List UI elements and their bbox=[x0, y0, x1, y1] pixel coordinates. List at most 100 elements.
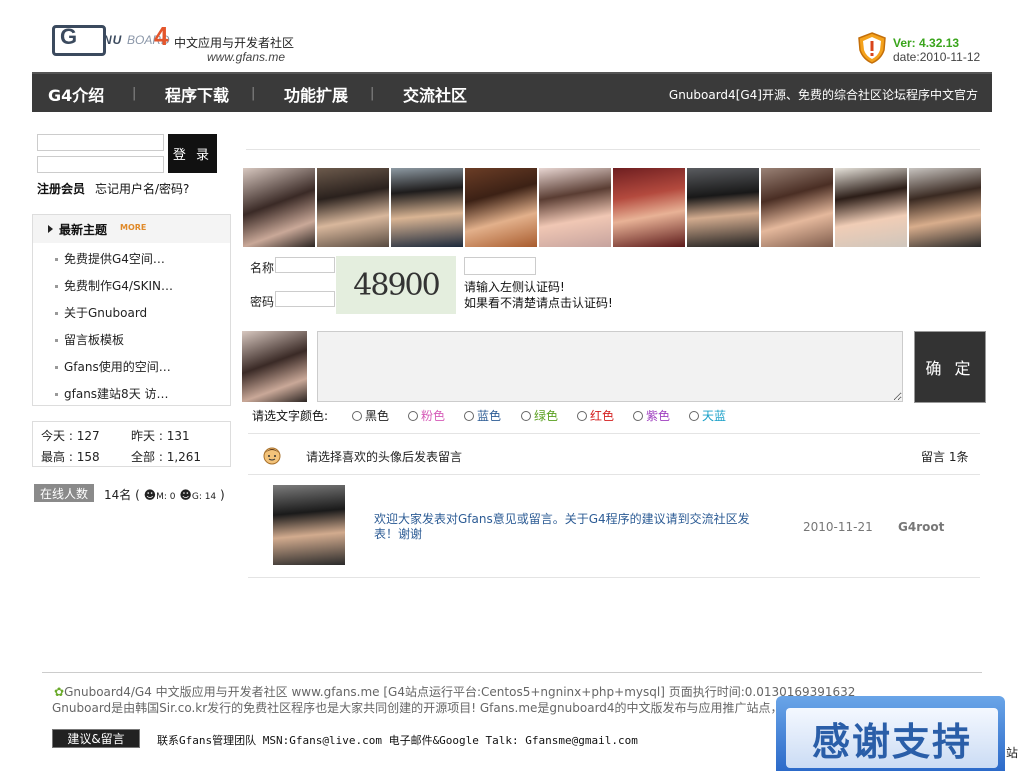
message-text: 欢迎大家发表对Gfans意见或留言。关于G4程序的建议请到交流社区发表！谢谢 bbox=[374, 512, 750, 541]
stat-yesterday: 昨天 : 131 bbox=[131, 429, 190, 443]
captcha-hint: 请输入左侧认证码! bbox=[464, 280, 565, 294]
username-input[interactable] bbox=[37, 134, 164, 151]
divider bbox=[248, 577, 980, 578]
bullet-icon bbox=[55, 285, 58, 288]
selected-avatar bbox=[242, 331, 307, 402]
color-option-green[interactable]: 绿色 bbox=[521, 407, 558, 424]
latest-topic-label: gfans建站8天 访… bbox=[64, 387, 169, 401]
latest-topic-item[interactable]: 留言板模板 bbox=[55, 331, 124, 348]
version-label: Ver: 4.32.13 bbox=[893, 36, 960, 50]
color-option-label: 粉色 bbox=[421, 409, 446, 423]
radio-icon bbox=[464, 411, 474, 421]
thanks-banner: 感谢支持 bbox=[776, 696, 1005, 771]
avatar-choice[interactable] bbox=[539, 168, 611, 247]
latest-topics-header: 最新主题 MORE bbox=[33, 215, 230, 243]
captcha-refresh-hint: 如果看不清楚请点击认证码! bbox=[464, 296, 613, 310]
color-option-pink[interactable]: 粉色 bbox=[408, 407, 445, 424]
message-count: 留言 1条 bbox=[921, 450, 969, 464]
divider bbox=[248, 433, 980, 434]
latest-topic-item[interactable]: Gfans使用的空间… bbox=[55, 358, 171, 375]
latest-topic-label: 留言板模板 bbox=[64, 333, 125, 347]
latest-topics-title: 最新主题 bbox=[59, 223, 108, 237]
name-input[interactable] bbox=[275, 257, 335, 273]
more-link[interactable]: MORE bbox=[120, 223, 146, 232]
bullet-icon bbox=[55, 258, 58, 261]
password-input[interactable] bbox=[37, 156, 164, 173]
color-option-blue[interactable]: 蓝色 bbox=[464, 407, 501, 424]
member-icon: ☻ bbox=[143, 488, 157, 502]
submit-button[interactable]: 确 定 bbox=[914, 331, 986, 403]
color-option-label: 绿色 bbox=[534, 409, 559, 423]
color-option-label: 紫色 bbox=[646, 409, 671, 423]
message-author: G4root bbox=[898, 520, 945, 534]
post-password-input[interactable] bbox=[275, 291, 335, 307]
divider bbox=[246, 149, 980, 150]
nav-separator: | bbox=[132, 86, 137, 101]
latest-topic-item[interactable]: 关于Gnuboard bbox=[55, 304, 147, 321]
latest-topic-label: 免费提供G4空间… bbox=[64, 252, 165, 266]
footer-line-1-text: Gnuboard4/G4 中文版应用与开发者社区 www.gfans.me [G… bbox=[64, 685, 856, 699]
forgot-password-link[interactable]: 忘记用户名/密码? bbox=[95, 180, 189, 197]
color-option-red[interactable]: 红色 bbox=[577, 407, 614, 424]
avatar-choice[interactable] bbox=[391, 168, 463, 247]
latest-topic-item[interactable]: 免费制作G4/SKIN… bbox=[55, 277, 173, 294]
bullet-icon bbox=[55, 339, 58, 342]
latest-topic-item[interactable]: 免费提供G4空间… bbox=[55, 250, 165, 267]
message-avatar bbox=[273, 485, 345, 565]
avatar-choice[interactable] bbox=[687, 168, 759, 247]
message-textarea[interactable] bbox=[317, 331, 903, 402]
color-option-purple[interactable]: 紫色 bbox=[633, 407, 670, 424]
stat-today: 今天 : 127 bbox=[41, 429, 100, 443]
logo-nu: NU bbox=[103, 33, 123, 47]
avatar-choice[interactable] bbox=[761, 168, 833, 247]
bullet-icon bbox=[55, 393, 58, 396]
shield-warning-icon bbox=[858, 32, 886, 64]
avatar-choice[interactable] bbox=[909, 168, 981, 247]
nav-tagline: Gnuboard4[G4]开源、免费的综合社区论坛程序中文官方 bbox=[668, 88, 978, 102]
latest-topic-label: 关于Gnuboard bbox=[64, 306, 148, 320]
nav-item-extensions[interactable]: 功能扩展 bbox=[284, 82, 348, 106]
login-button[interactable]: 登 录 bbox=[168, 134, 217, 173]
sprout-icon: ✿ bbox=[54, 685, 65, 699]
avatar-choice[interactable] bbox=[465, 168, 537, 247]
captcha-image[interactable]: 48900 bbox=[336, 256, 456, 314]
color-option-black[interactable]: 黑色 bbox=[352, 407, 389, 424]
radio-icon bbox=[633, 411, 643, 421]
online-count: 14名 ( ☻M: 0 ☻G: 14 ) bbox=[104, 488, 225, 502]
visitor-stats: 今天 : 127 昨天 : 131 最高 : 158 全部 : 1,261 bbox=[32, 421, 231, 467]
latest-topic-item[interactable]: gfans建站8天 访… bbox=[55, 385, 169, 402]
divider bbox=[248, 474, 980, 475]
main-nav: G4介绍 | 程序下载 | 功能扩展 | 交流社区 Gnuboard4[G4]开… bbox=[32, 72, 992, 112]
name-label: 名称 bbox=[250, 261, 275, 275]
password-label: 密码 bbox=[250, 295, 275, 309]
logo-letter: G bbox=[60, 24, 78, 49]
color-option-label: 天蓝 bbox=[702, 409, 727, 423]
color-option-label: 黑色 bbox=[365, 409, 390, 423]
radio-icon bbox=[352, 411, 362, 421]
register-link[interactable]: 注册会员 bbox=[37, 180, 85, 197]
contact-info: 联系Gfans管理团队 MSN:Gfans@live.com 电子邮件&Goog… bbox=[157, 734, 638, 747]
banner-overflow-text: 站 bbox=[1006, 746, 1019, 760]
online-members: M: 0 bbox=[156, 492, 176, 502]
nav-item-intro[interactable]: G4介绍 bbox=[48, 82, 104, 106]
smiley-face-icon bbox=[263, 447, 281, 465]
radio-icon bbox=[521, 411, 531, 421]
guestbook-prompt: 请选择喜欢的头像后发表留言 bbox=[306, 450, 463, 464]
avatar-choice[interactable] bbox=[317, 168, 389, 247]
footer-line-1: ✿Gnuboard4/G4 中文版应用与开发者社区 www.gfans.me [… bbox=[54, 683, 855, 700]
online-label: 在线人数 bbox=[34, 484, 94, 502]
radio-icon bbox=[689, 411, 699, 421]
logo-number: 4 bbox=[154, 21, 169, 51]
avatar-choice[interactable] bbox=[243, 168, 315, 247]
thanks-banner-text: 感谢支持 bbox=[786, 708, 998, 768]
nav-item-download[interactable]: 程序下载 bbox=[165, 82, 229, 106]
color-option-skyblue[interactable]: 天蓝 bbox=[689, 407, 726, 424]
feedback-button[interactable]: 建议&留言 bbox=[52, 729, 140, 748]
avatar-choice[interactable] bbox=[613, 168, 685, 247]
bullet-icon bbox=[55, 366, 58, 369]
nav-item-community[interactable]: 交流社区 bbox=[403, 82, 467, 106]
site-url: www.gfans.me bbox=[207, 50, 286, 64]
color-option-label: 红色 bbox=[590, 409, 615, 423]
avatar-choice[interactable] bbox=[835, 168, 907, 247]
captcha-input[interactable] bbox=[464, 257, 536, 275]
